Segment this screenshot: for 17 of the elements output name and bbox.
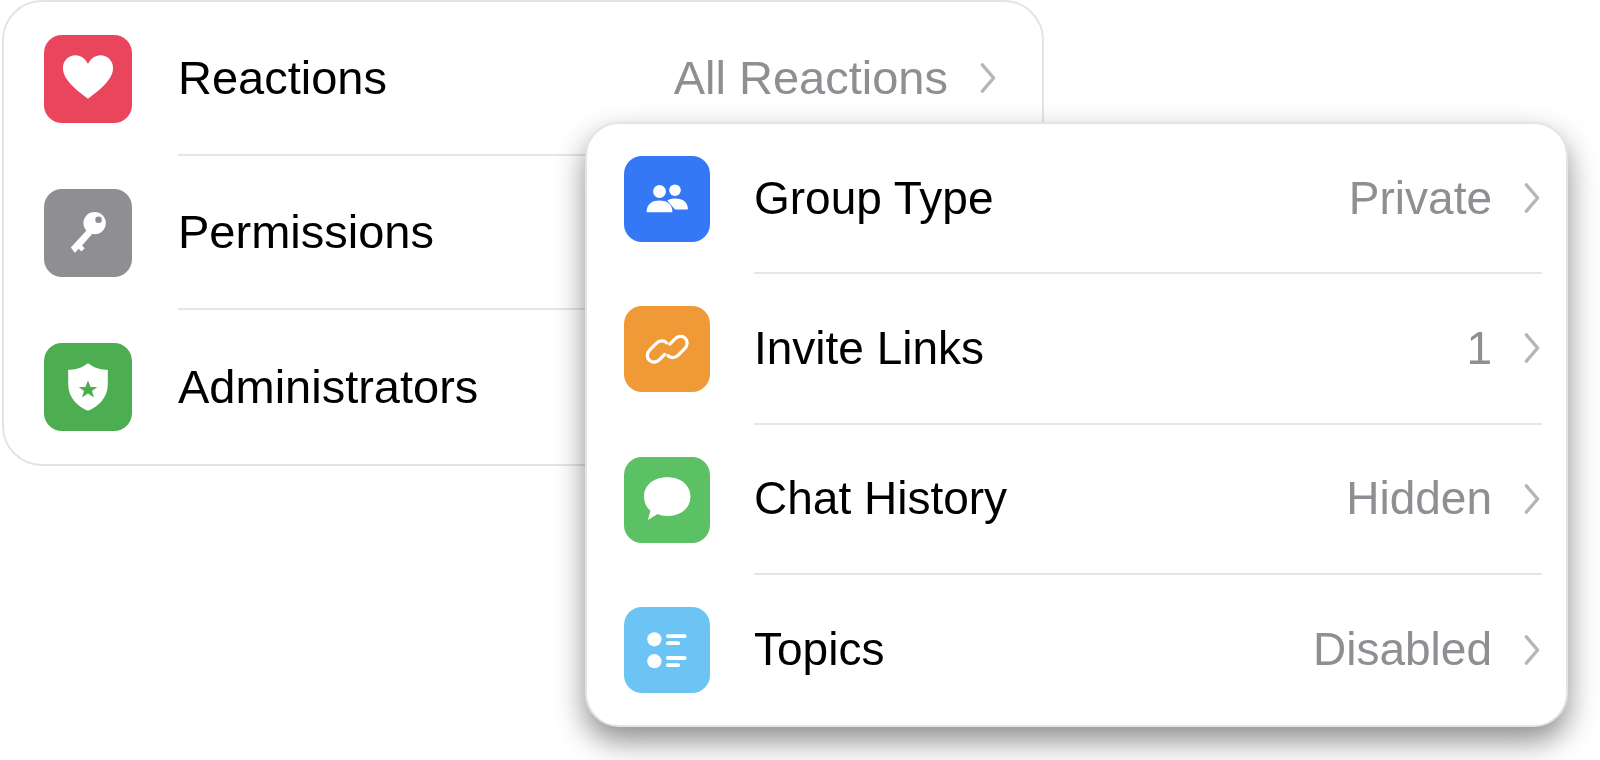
- setting-label: Reactions: [178, 49, 387, 106]
- setting-label: Permissions: [178, 203, 434, 260]
- setting-label: Group Type: [754, 170, 994, 226]
- setting-value: Hidden: [1346, 471, 1492, 527]
- chevron-icon: [1522, 482, 1542, 515]
- setting-label: Invite Links: [754, 320, 985, 376]
- setting-value: Disabled: [1313, 622, 1492, 678]
- chevron-icon: [978, 62, 998, 94]
- chevron-icon: [1522, 633, 1542, 666]
- chevron-icon: [1522, 182, 1542, 215]
- setting-value: 1: [1466, 320, 1492, 376]
- setting-label: Administrators: [178, 358, 479, 415]
- setting-label: Topics: [754, 622, 885, 678]
- chevron-icon: [1522, 332, 1542, 365]
- setting-label: Chat History: [754, 471, 1008, 527]
- setting-value: Private: [1348, 170, 1492, 226]
- setting-value: All Reactions: [673, 49, 948, 106]
